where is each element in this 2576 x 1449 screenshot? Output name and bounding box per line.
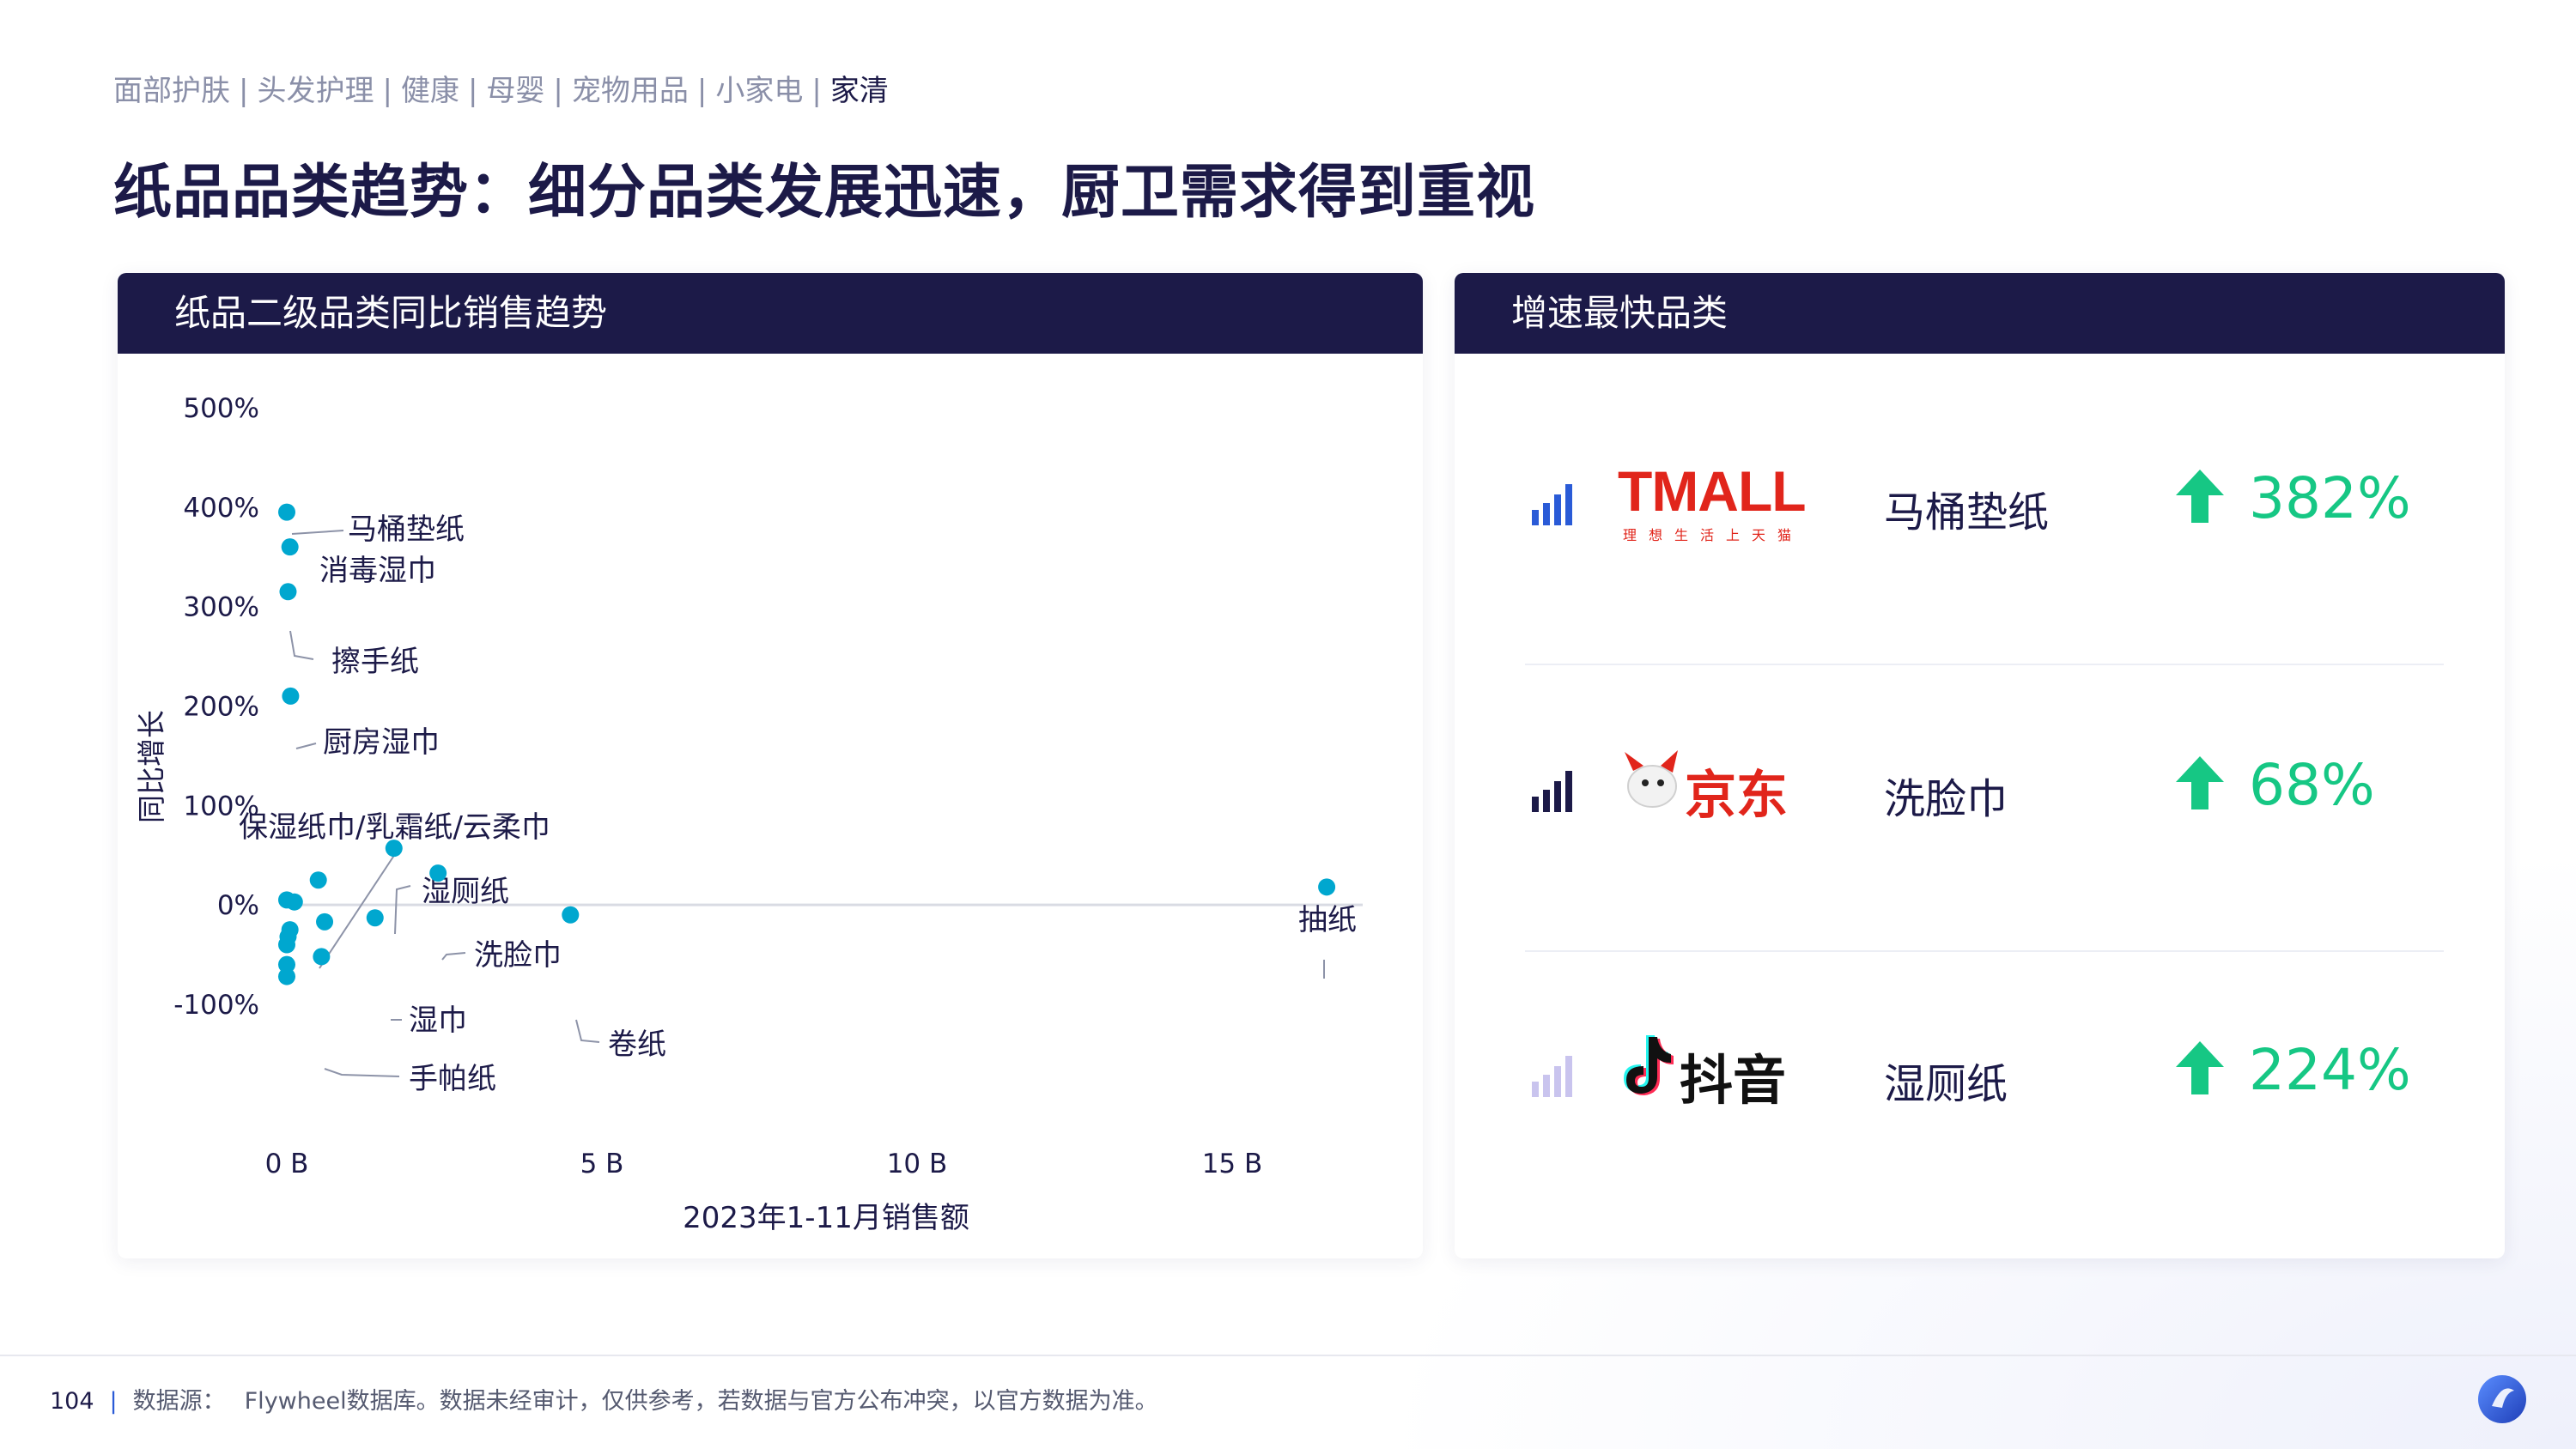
- growth-row-tmall: TMALL 理想生活上天猫 马桶垫纸 382%: [1455, 354, 2505, 637]
- growth-row-jd: 京东 洗脸巾 68%: [1455, 640, 2505, 924]
- jd-logo: 京东: [1618, 742, 1789, 836]
- x-tick-label: 15 B: [1202, 1149, 1263, 1179]
- scatter-point: [282, 687, 300, 705]
- arrow-up-icon: [2176, 1041, 2224, 1094]
- category-nav: 面部护肤 | 头发护理 | 健康 | 母婴 | 宠物用品 | 小家电 | 家清: [113, 67, 889, 109]
- point-label: 湿巾: [409, 1003, 467, 1038]
- page-title: 纸品品类趋势：细分品类发展迅速，厨卫需求得到重视: [113, 159, 1536, 227]
- leader-line: [291, 530, 344, 535]
- nav-separator: |: [553, 74, 563, 108]
- signal-bars-icon: [1532, 484, 1572, 525]
- fastest-growth-panel: 增速最快品类 TMALL 理想生活上天猫 马桶垫纸 382% 京东 洗脸巾 68…: [1455, 273, 2505, 1258]
- sales-trend-panel-header: 纸品二级品类同比销售趋势: [118, 273, 1423, 354]
- y-tick-label: -100%: [173, 990, 259, 1021]
- scatter-point: [313, 948, 331, 966]
- scatter-point: [285, 893, 303, 911]
- jd-logo-text: 京东: [1685, 766, 1788, 826]
- fastest-growth-panel-header: 增速最快品类: [1455, 273, 2505, 354]
- point-label: 卷纸: [608, 1028, 666, 1062]
- signal-bars-icon: [1532, 1056, 1572, 1097]
- douyin-logo-text: 抖音: [1680, 1049, 1787, 1112]
- scatter-point: [366, 909, 384, 927]
- tmall-logo: TMALL 理想生活上天猫: [1618, 455, 1807, 549]
- scatter-point: [309, 871, 327, 889]
- point-label: 厨房湿巾: [323, 725, 440, 760]
- point-label: 保湿纸巾/乳霜纸/云柔巾: [239, 810, 550, 845]
- point-label: 马桶垫纸: [348, 512, 465, 547]
- y-tick-label: 500%: [183, 393, 259, 424]
- growth-value: 382%: [2249, 465, 2411, 531]
- category-name: 湿厕纸: [1884, 1060, 2008, 1108]
- nav-separator: |: [382, 74, 392, 108]
- nav-item-home-cleaning[interactable]: 家清: [830, 74, 889, 108]
- nav-item-small-appliances[interactable]: 小家电: [715, 74, 803, 108]
- x-tick-label: 5 B: [580, 1149, 624, 1179]
- douyin-logo: 抖音: [1618, 1027, 1789, 1121]
- x-tick-label: 10 B: [887, 1149, 948, 1179]
- scatter-chart: -100%0%100%200%300%400%500%0 B5 B 10 B 15 …: [135, 393, 1363, 1235]
- flywheel-logo-icon: [2478, 1375, 2526, 1423]
- leader-line: [394, 885, 411, 935]
- leader-line: [324, 1068, 400, 1077]
- footer-separator: |: [109, 1388, 118, 1415]
- tiktok-note-icon: [1624, 1035, 1674, 1095]
- point-label: 擦手纸: [331, 645, 419, 679]
- leader-line: [289, 630, 314, 660]
- nav-item-mother-baby[interactable]: 母婴: [486, 74, 544, 108]
- arrow-up-icon: [2176, 470, 2224, 523]
- point-label: 洗脸巾: [474, 938, 562, 973]
- scatter-point: [385, 840, 403, 858]
- growth-value: 68%: [2249, 752, 2375, 818]
- signal-bars-icon: [1532, 771, 1572, 812]
- leader-line: [295, 743, 317, 749]
- arrow-up-icon: [2176, 756, 2224, 809]
- leader-line: [575, 1019, 600, 1043]
- category-name: 马桶垫纸: [1884, 488, 2050, 537]
- scatter-point: [278, 967, 295, 985]
- y-tick-label: 0%: [217, 890, 259, 921]
- source-label: 数据源：: [132, 1388, 226, 1415]
- footer: 104 | 数据源： Flywheel数据库。数据未经审计，仅供参考，若数据与官方公布…: [50, 1382, 1158, 1416]
- x-tick-label: 0 B: [265, 1149, 309, 1179]
- sales-trend-panel: 纸品二级品类同比销售趋势 -100% 0% 100% 200% 300% 400% 500%…: [118, 273, 1423, 1258]
- scatter-point: [279, 583, 297, 601]
- y-tick-label: 300%: [183, 592, 259, 623]
- scatter-point: [562, 906, 580, 924]
- scatter-point: [1318, 878, 1336, 896]
- page-number: 104: [50, 1388, 94, 1415]
- footer-divider: [0, 1355, 2576, 1356]
- source-text: Flywheel数据库。数据未经审计，仅供参考，若数据与官方公布冲突，以官方数据…: [244, 1388, 1158, 1415]
- leader-line: [441, 952, 466, 961]
- nav-separator: |: [467, 74, 478, 108]
- category-name: 洗脸巾: [1884, 775, 2008, 823]
- point-label: 手帕纸: [409, 1062, 496, 1096]
- jd-mascot-icon: [1625, 750, 1678, 808]
- point-label: 抽纸: [1298, 903, 1357, 937]
- nav-item-hair-care[interactable]: 头发护理: [257, 74, 374, 108]
- nav-item-face-skincare[interactable]: 面部护肤: [113, 74, 230, 108]
- tmall-logo-text: TMALL: [1618, 459, 1807, 523]
- growth-row-douyin: 抖音 湿厕纸 224%: [1455, 925, 2505, 1209]
- nav-separator: |: [811, 74, 822, 108]
- point-label: 消毒湿巾: [319, 554, 436, 588]
- scatter-point: [281, 538, 299, 556]
- scatter-point: [316, 912, 334, 931]
- nav-item-pet-supplies[interactable]: 宠物用品: [572, 74, 689, 108]
- y-axis-title: 同比增长: [135, 710, 168, 823]
- scatter-point: [429, 864, 447, 882]
- leader-line: [319, 853, 396, 969]
- tmall-slogan: 理想生活上天猫: [1623, 527, 1804, 543]
- scatter-point: [278, 936, 295, 954]
- nav-separator: |: [696, 74, 708, 108]
- nav-item-health[interactable]: 健康: [401, 74, 459, 108]
- nav-separator: |: [239, 74, 249, 108]
- y-tick-label: 400%: [183, 493, 259, 524]
- y-tick-label: 200%: [183, 692, 259, 723]
- scatter-point: [278, 503, 295, 521]
- growth-value: 224%: [2249, 1037, 2411, 1103]
- x-axis-title: 2023年1-11月销售额: [683, 1201, 969, 1235]
